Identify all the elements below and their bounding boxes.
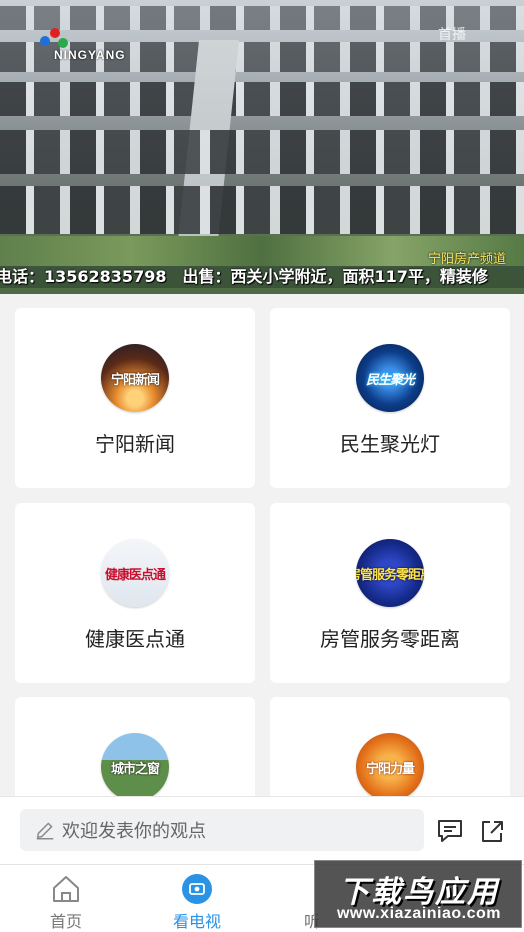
comment-icon[interactable] (436, 817, 464, 845)
site-watermark: 下载鸟应用 www.xiazainiao.com (314, 860, 522, 928)
program-card-ningyang-news[interactable]: 宁阳新闻 宁阳新闻 (15, 308, 255, 488)
program-title: 健康医点通 (85, 627, 185, 651)
program-thumbnail: 房管服务零距离 (356, 539, 424, 607)
program-card-ningyang-power[interactable]: 宁阳力量 (270, 697, 510, 796)
video-caption-banner: 宁阳房产频道 (0, 246, 524, 267)
comment-input[interactable]: 欢迎发表你的观点 (20, 809, 424, 851)
broadcast-watermark: 首播 (438, 27, 466, 43)
village-rooftops (0, 186, 524, 234)
home-icon (53, 876, 79, 902)
share-icon[interactable] (478, 817, 506, 845)
program-thumbnail: 宁阳新闻 (101, 344, 169, 412)
site-watermark-url: www.xiazainiao.com (336, 905, 501, 922)
village-rooftops (0, 82, 524, 116)
tab-label: 看电视 (172, 912, 221, 931)
tab-home[interactable]: 首页 (14, 865, 118, 932)
video-player[interactable]: NINGYANG 首播 宁阳房产频道 电话：13562835798 出售：西关小… (0, 0, 524, 294)
village-rooftops (0, 130, 524, 174)
program-thumbnail: 宁阳力量 (356, 733, 424, 796)
channel-logo: NINGYANG (34, 26, 125, 66)
program-card-health[interactable]: 健康医点通 健康医点通 (15, 503, 255, 683)
tab-label: 首页 (49, 912, 82, 931)
program-title: 房管服务零距离 (320, 627, 460, 651)
program-thumbnail: 城市之窗 (101, 733, 169, 796)
program-title: 宁阳新闻 (95, 432, 175, 456)
comment-placeholder: 欢迎发表你的观点 (62, 821, 206, 842)
program-thumbnail: 健康医点通 (101, 539, 169, 607)
program-card-city-window[interactable]: 城市之窗 (15, 697, 255, 796)
program-card-housing-service[interactable]: 房管服务零距离 房管服务零距离 (270, 503, 510, 683)
program-card-minsheng-spotlight[interactable]: 民生聚光 民生聚光灯 (270, 308, 510, 488)
tv-icon (182, 874, 212, 904)
program-grid: 宁阳新闻 宁阳新闻 民生聚光 民生聚光灯 健康医点通 健康医点通 房管服务零距离… (0, 294, 524, 796)
video-ticker: 电话：13562835798 出售：西关小学附近，面积117平，精装修 (0, 266, 524, 288)
program-title: 民生聚光灯 (340, 432, 440, 456)
channel-logo-text: NINGYANG (54, 48, 126, 62)
tab-watch-tv[interactable]: 看电视 (145, 865, 249, 932)
comment-bar: 欢迎发表你的观点 (0, 796, 524, 864)
ticker-text: 电话：13562835798 出售：西关小学附近，面积117平，精装修 (0, 267, 488, 286)
program-thumbnail: 民生聚光 (356, 344, 424, 412)
pencil-icon (36, 822, 54, 840)
video-caption: 宁阳房产频道 (427, 252, 506, 267)
